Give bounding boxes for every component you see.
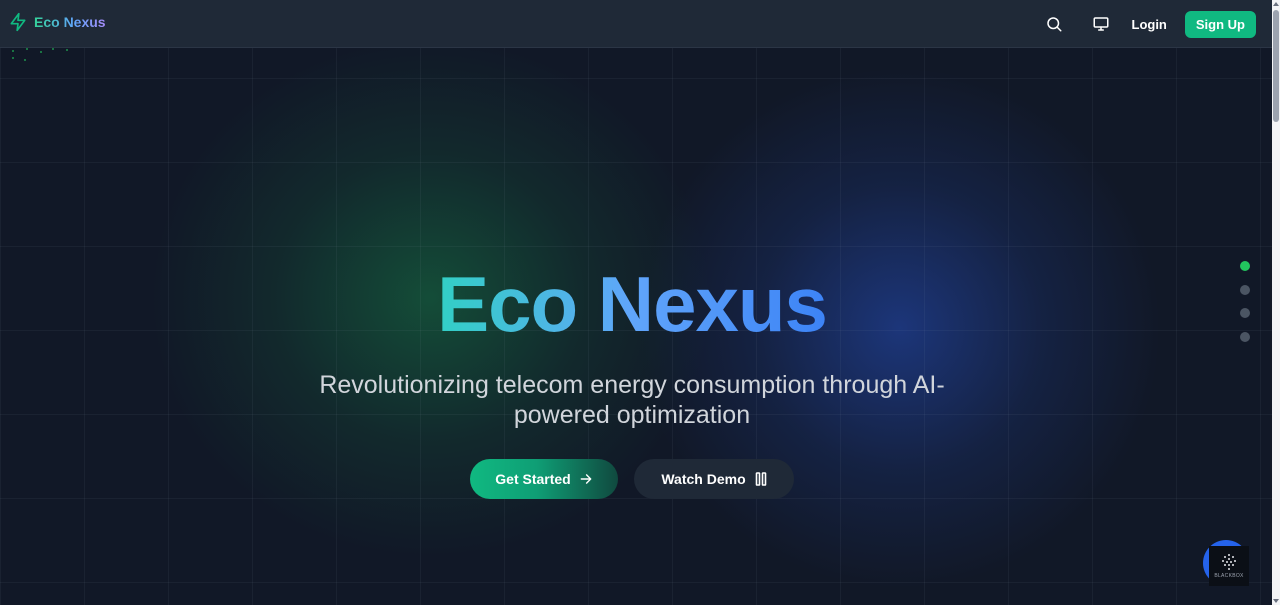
get-started-label: Get Started [495,471,571,487]
monitor-icon [1093,17,1108,31]
nav-actions: Login Sign Up [1038,8,1256,40]
section-pagination [1240,261,1250,355]
pagination-dot-2[interactable] [1240,284,1250,295]
page: Eco Nexus Login Sign Up Eco Nexus Revolu… [0,0,1280,605]
lightning-bolt-icon [10,12,26,32]
badge-text: BLACKBOX [1214,573,1244,579]
watch-demo-button[interactable]: Watch Demo [634,459,794,499]
pagination-dot-3[interactable] [1240,308,1250,318]
hero-section: Eco Nexus Revolutionizing telecom energy… [0,48,1272,605]
search-icon [1046,17,1061,32]
pagination-dot-4[interactable] [1240,331,1250,342]
page-scrollbar[interactable] [1272,0,1280,605]
arrow-right-icon [579,472,593,486]
signup-button[interactable]: Sign Up [1184,10,1256,38]
brand-logo[interactable]: Eco Nexus [8,12,106,32]
scroll-thumb[interactable] [1273,10,1279,122]
hero-actions: Get Started Watch Demo [470,459,794,499]
decorative-dots [8,46,72,62]
navbar: Eco Nexus Login Sign Up [0,0,1272,61]
hero-title: Eco Nexus [0,256,1264,352]
watch-demo-label: Watch Demo [661,471,746,487]
scroll-down-arrow[interactable] [1273,599,1279,603]
pause-icon [755,472,767,486]
brand-name: Eco Nexus [34,14,106,30]
pagination-dot-1[interactable] [1240,261,1250,271]
hero-subtitle: Revolutionizing telecom energy consumpti… [319,371,945,429]
display-mode-button[interactable] [1085,8,1117,40]
login-link[interactable]: Login [1132,17,1167,32]
get-started-button[interactable]: Get Started [470,459,618,499]
blackbox-badge[interactable]: BLACKBOX [1209,546,1249,586]
search-button[interactable] [1038,8,1070,40]
scroll-up-arrow[interactable] [1273,2,1279,6]
cube-logo-icon [1222,554,1236,570]
